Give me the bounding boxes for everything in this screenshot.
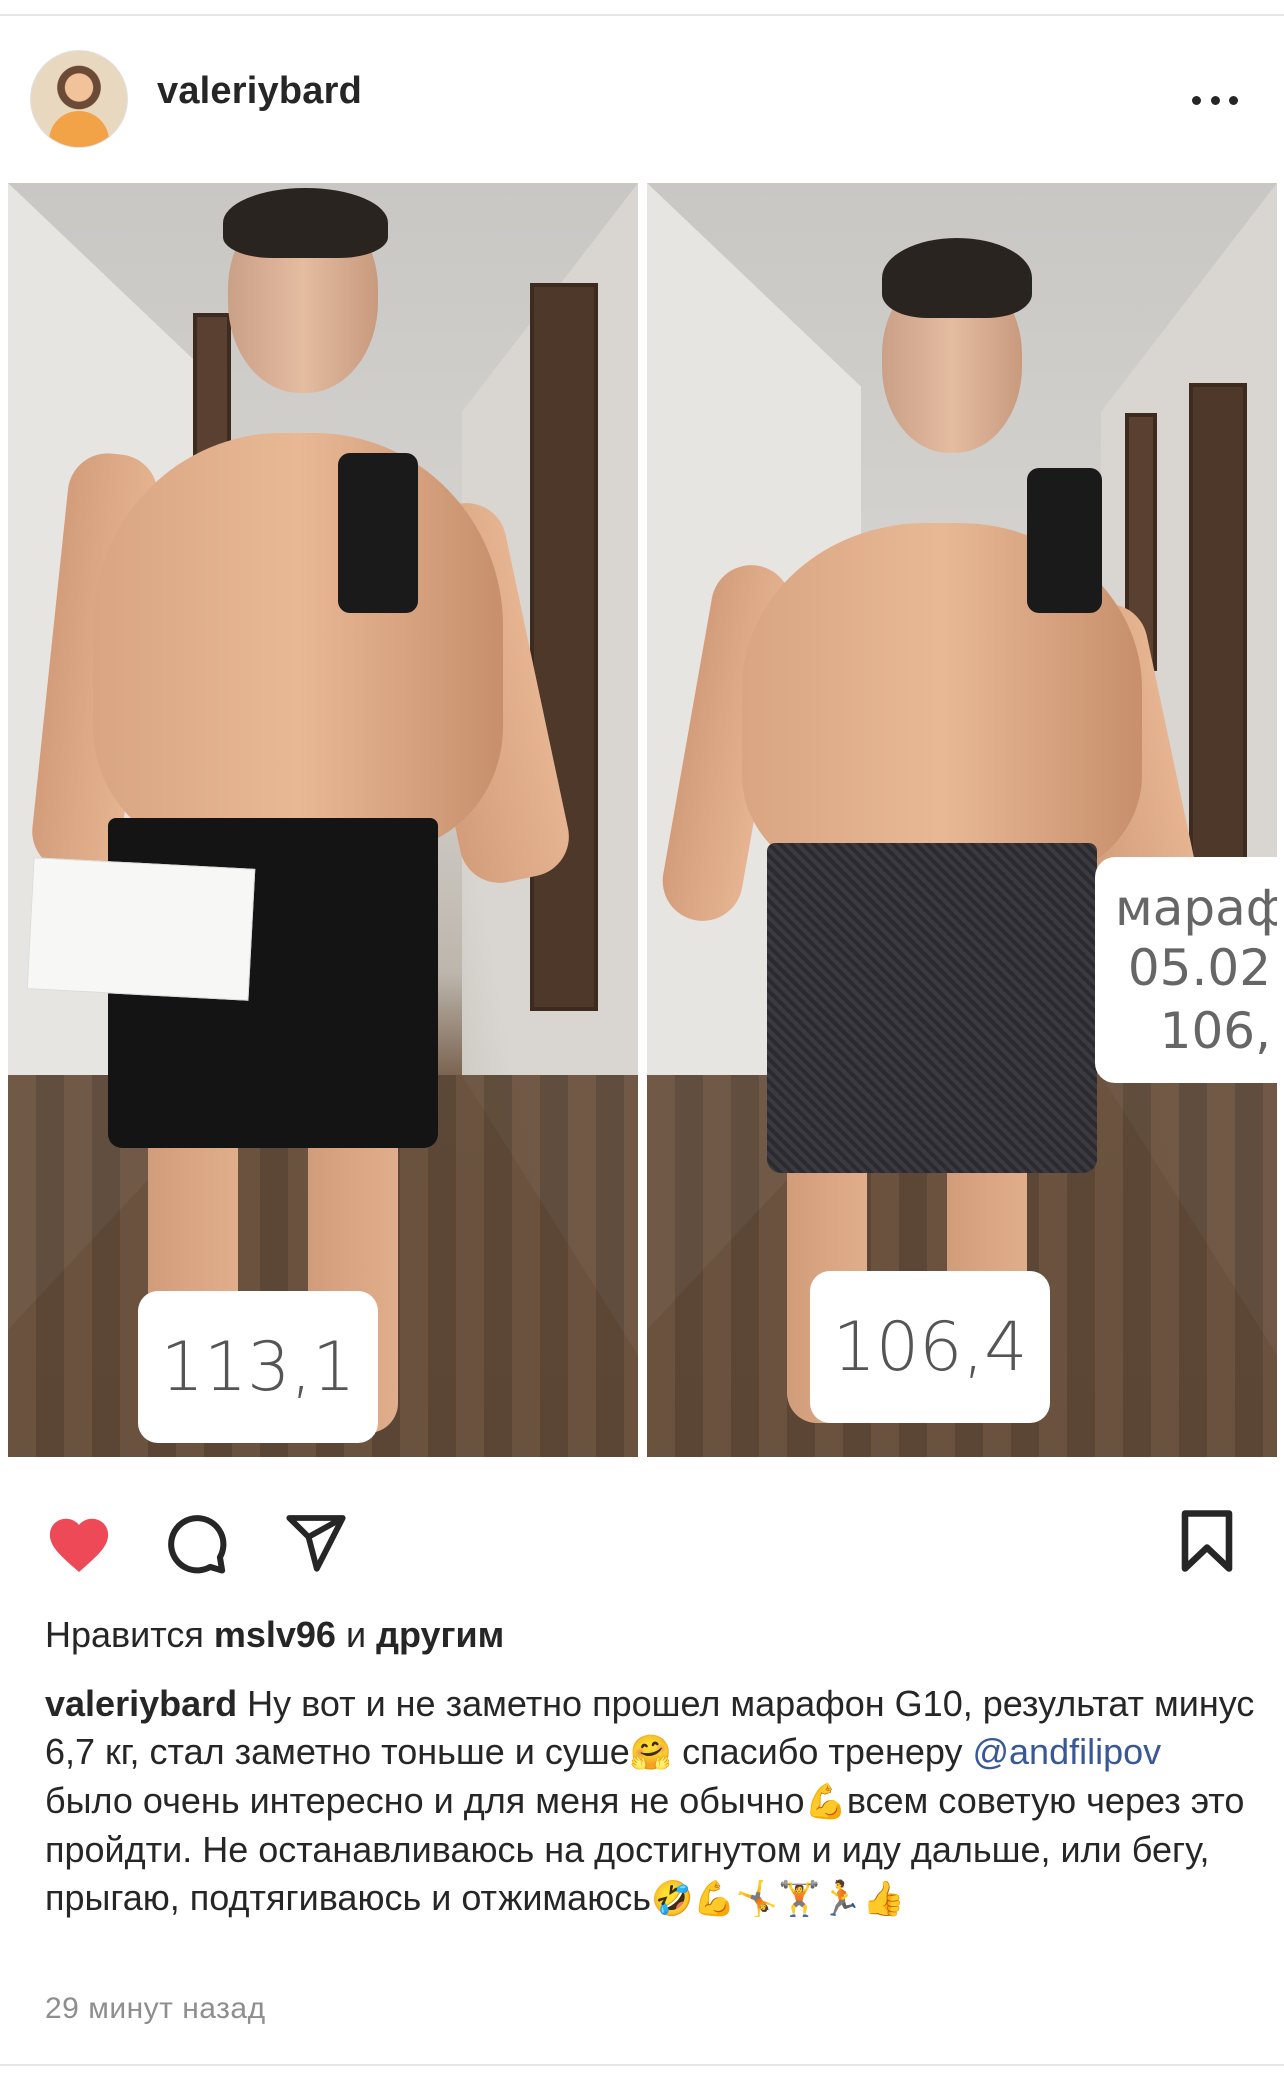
heart-filled-icon[interactable] — [44, 1510, 114, 1574]
before-photo[interactable]: 113,1 — [8, 183, 638, 1457]
post-timestamp[interactable]: 29 минут назад — [45, 1992, 266, 2026]
after-photo[interactable]: 106,4 — [647, 183, 1277, 1457]
bottom-divider — [0, 2064, 1284, 2066]
flexed-biceps-icon: 💪 — [804, 1782, 847, 1822]
weight-label-before: 113,1 — [138, 1291, 378, 1443]
comment-icon[interactable] — [163, 1510, 229, 1576]
likes-line[interactable]: Нравится mslv96 и другим — [45, 1614, 504, 1656]
more-options-icon[interactable] — [1192, 96, 1238, 106]
marathon-note: марафон 05.02 106, — [1095, 857, 1277, 1083]
caption-text-3: было очень интересно и для меня не обычн… — [45, 1780, 805, 1821]
send-icon[interactable] — [283, 1510, 349, 1574]
avatar[interactable] — [30, 50, 128, 148]
likes-user[interactable]: mslv96 — [214, 1614, 336, 1655]
caption-username[interactable]: valeriybard — [45, 1683, 237, 1724]
action-bar — [0, 1500, 1284, 1580]
weight-label-after: 106,4 — [810, 1271, 1050, 1423]
likes-middle: и — [335, 1614, 377, 1655]
post-header: valeriybard — [0, 40, 1284, 160]
mention-link[interactable]: @andfilipov — [972, 1731, 1161, 1772]
marathon-note-line-3: 106, — [1159, 1002, 1271, 1060]
likes-others[interactable]: другим — [376, 1614, 504, 1655]
post-username[interactable]: valeriybard — [157, 70, 362, 113]
marathon-note-line-1: марафон — [1115, 879, 1277, 937]
emoji-sequence: 🤣💪🤸🏋🏃👍 — [650, 1879, 905, 1919]
bookmark-icon[interactable] — [1178, 1508, 1236, 1574]
top-divider — [0, 14, 1284, 16]
caption-text-2: спасибо тренеру — [672, 1731, 973, 1772]
likes-prefix: Нравится — [45, 1614, 214, 1655]
post-caption: valeriybard Ну вот и не заметно прошел м… — [45, 1680, 1255, 1923]
handwritten-note — [26, 857, 256, 1001]
marathon-note-line-2: 05.02 — [1127, 939, 1271, 997]
hugging-face-icon: 🤗 — [629, 1733, 673, 1773]
